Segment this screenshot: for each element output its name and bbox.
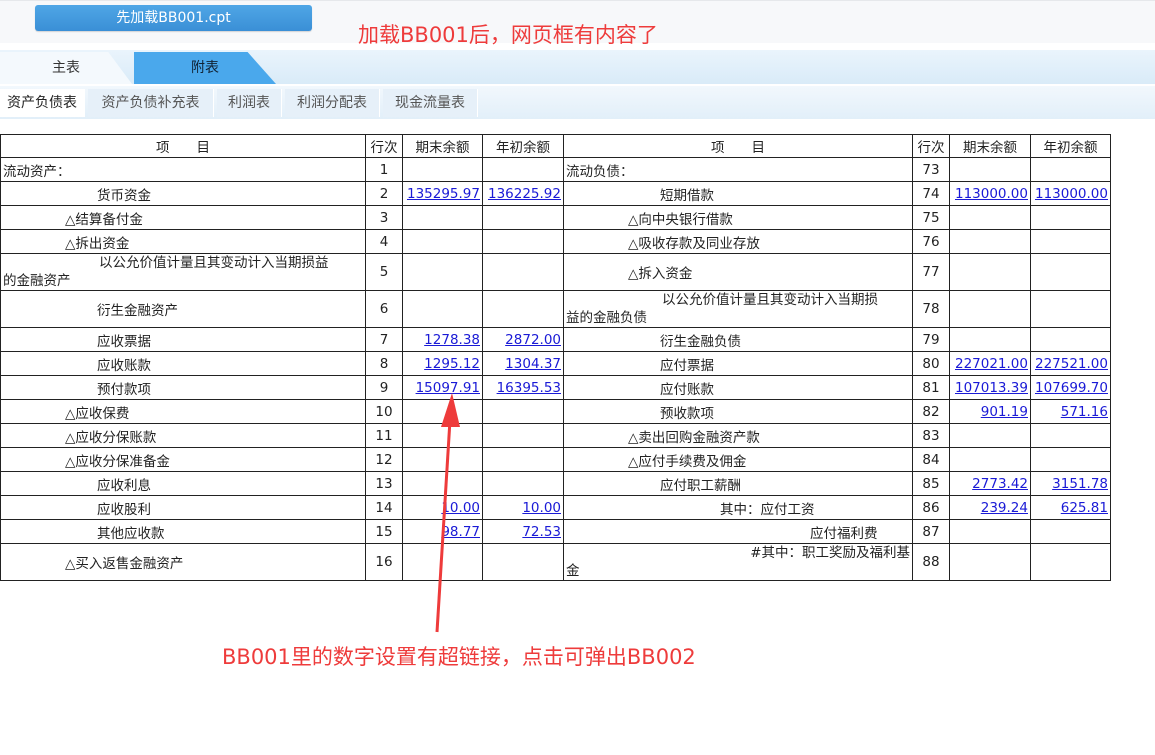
annotation-bottom: BB001里的数字设置有超链接，点击可弹出BB002 [222,645,696,669]
